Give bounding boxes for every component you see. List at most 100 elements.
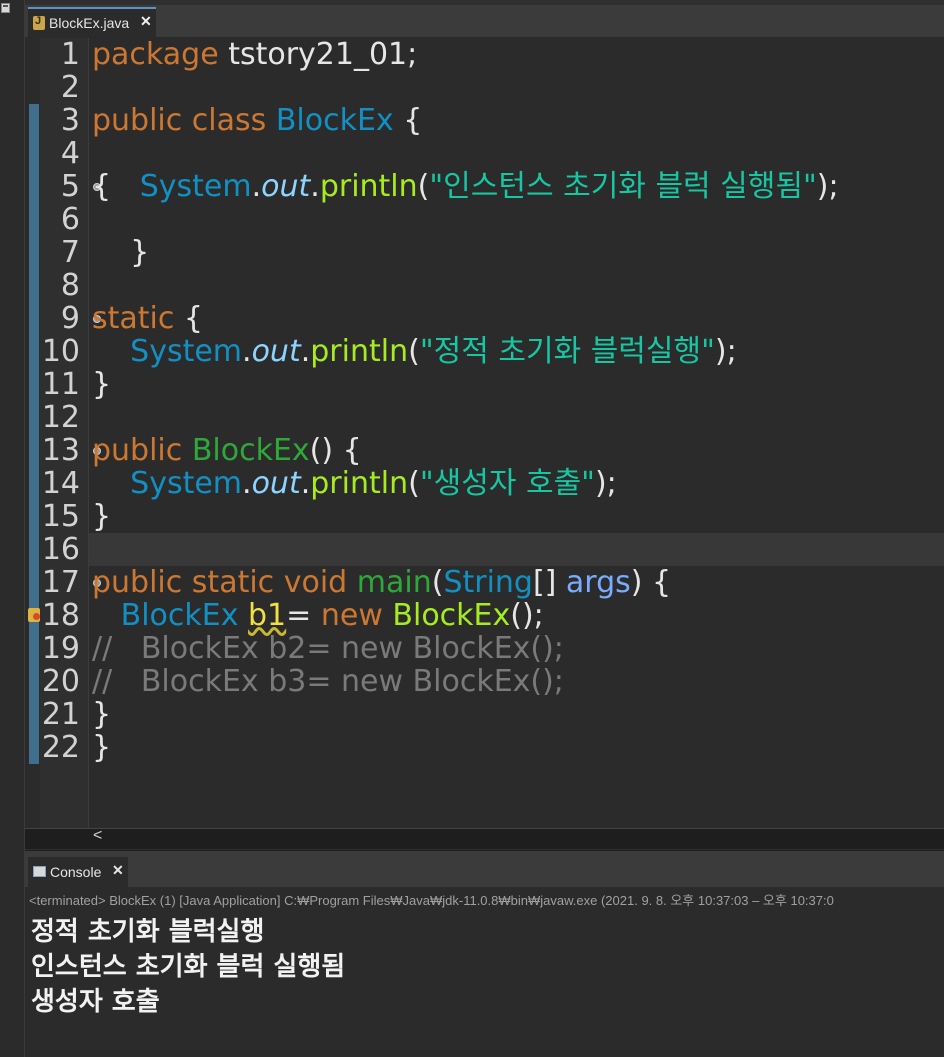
code-text-span: . [300, 334, 311, 369]
console-output-area[interactable]: <terminated> BlockEx (1) [Java Applicati… [25, 887, 944, 1057]
console-icon [33, 866, 46, 877]
code-editor[interactable]: 1 2 3 4 5 6 7 8 9 10 11 12 13 14 15 16 1… [25, 38, 944, 828]
quick-diff-marker [29, 104, 39, 764]
code-line-9: static { [92, 302, 203, 335]
scroll-left-icon[interactable]: < [93, 827, 102, 845]
line-number: 14 [41, 466, 80, 501]
java-file-icon [33, 15, 45, 30]
code-text-span: . [242, 334, 252, 369]
code-line-18: BlockEx b1= new BlockEx(); [92, 599, 544, 632]
console-tab-label: Console [50, 864, 102, 880]
editor-tab-bar: BlockEx.java ✕ [25, 5, 944, 38]
line-number: 8 [60, 268, 80, 303]
code-line-17: public static void main(String[] args) { [92, 566, 671, 599]
code-line-11: } [92, 367, 112, 402]
code-line-1: package tstory21_01; [92, 38, 417, 71]
line-number-gutter: 1 2 3 4 5 6 7 8 9 10 11 12 13 14 15 16 1… [40, 37, 101, 828]
code-line-5: { System.out.println("인스턴스 초기화 블럭 실행됨"); [92, 170, 839, 203]
class-name: System [130, 334, 243, 369]
code-text-span: tstory21_01; [218, 37, 418, 72]
line-number: 1 [60, 37, 80, 72]
warning-marker-icon[interactable] [28, 608, 40, 622]
code-text-span: ( [417, 169, 430, 204]
code-text-span [182, 433, 192, 468]
method-name: main [356, 565, 432, 600]
code-line-14: System.out.println("생성자 호출"); [92, 467, 617, 500]
constructor-name: BlockEx [191, 433, 310, 468]
code-text-span: ( [431, 565, 444, 600]
class-name: BlockEx [275, 103, 394, 138]
console-tab[interactable]: Console ✕ [28, 857, 128, 887]
keyword: static [92, 301, 175, 336]
console-output-line: 정적 초기화 블럭실행 [31, 917, 265, 947]
keyword: public [92, 433, 183, 468]
line-number: 19 [41, 631, 80, 666]
line-number: 7 [60, 235, 80, 270]
left-side-strip [0, 0, 25, 1057]
line-number: 5 [60, 169, 80, 204]
class-name: String [443, 565, 533, 600]
keyword: package [92, 37, 219, 72]
code-text-span [238, 598, 248, 633]
close-icon[interactable]: ✕ [112, 862, 124, 879]
string-literal: "생성자 호출" [419, 466, 595, 501]
line-number: 11 [41, 367, 80, 402]
constructor-name: BlockEx [392, 598, 511, 633]
line-number: 2 [60, 70, 80, 105]
line-number: 20 [41, 664, 80, 699]
code-text-span: . [251, 169, 262, 204]
code-text-span: . [310, 169, 320, 204]
class-name: BlockEx [120, 598, 239, 633]
line-number: 13 [41, 433, 80, 468]
close-icon[interactable]: ✕ [140, 13, 152, 30]
line-number: 18 [41, 598, 80, 633]
code-text-span: { [174, 301, 203, 336]
string-literal: "정적 초기화 블럭실행" [419, 334, 715, 369]
class-name: System [139, 169, 252, 204]
code-line-3: public class BlockEx { [92, 104, 422, 137]
class-name: System [130, 466, 243, 501]
method-name: println [310, 334, 409, 369]
line-number: 4 [60, 136, 80, 171]
code-text-span: ); [594, 466, 617, 501]
method-name: println [319, 169, 418, 204]
editor-tab-blockex[interactable]: BlockEx.java ✕ [28, 7, 156, 37]
code-text-span: = [286, 598, 321, 633]
line-number: 6 [60, 202, 80, 237]
line-number: 21 [41, 697, 80, 732]
code-text-span: { [92, 169, 140, 204]
code-text-span: . [300, 466, 311, 501]
method-name: println [310, 466, 409, 501]
line-number: 10 [41, 334, 80, 369]
console-output-line: 생성자 호출 [31, 987, 160, 1017]
code-text[interactable]: package tstory21_01; public class BlockE… [92, 38, 944, 828]
restore-view-icon[interactable] [1, 3, 10, 13]
code-text-span: [] [532, 565, 566, 600]
code-text-span [92, 334, 130, 369]
code-text-span [92, 466, 130, 501]
line-number: 9 [60, 301, 80, 336]
code-line-21: } [92, 697, 112, 732]
code-text-span [347, 565, 357, 600]
editor-tab-label: BlockEx.java [49, 15, 130, 31]
keyword: public class [92, 103, 267, 138]
code-line-20: // BlockEx b3= new BlockEx(); [92, 664, 564, 699]
local-variable: b1 [248, 598, 287, 633]
code-text-span: ( [408, 466, 420, 501]
code-text-span [383, 598, 393, 633]
code-line-19: // BlockEx b2= new BlockEx(); [92, 631, 564, 666]
code-text-span: ); [714, 334, 737, 369]
code-line-10: System.out.println("정적 초기화 블럭실행"); [92, 335, 737, 368]
horizontal-scrollbar[interactable]: < [25, 827, 944, 849]
console-output-line: 인스턴스 초기화 블럭 실행됨 [31, 952, 346, 982]
code-text-span: () { [309, 433, 362, 468]
line-number: 17 [41, 565, 80, 600]
code-text-span: ( [408, 334, 420, 369]
code-text-span: ); [816, 169, 839, 204]
parameter-name: args [565, 565, 631, 600]
code-text-span: { [393, 103, 423, 138]
keyword: new [320, 598, 383, 633]
code-line-22: } [92, 730, 112, 765]
code-line-7: } [92, 235, 150, 270]
console-status: <terminated> BlockEx (1) [Java Applicati… [29, 893, 834, 908]
